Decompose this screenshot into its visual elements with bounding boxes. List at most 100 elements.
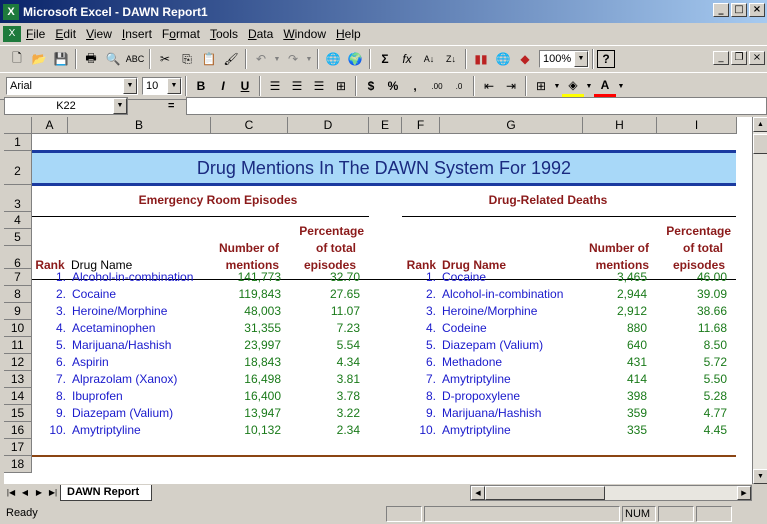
spelling-icon[interactable]: ABC <box>124 48 146 70</box>
formula-equals-icon[interactable]: = <box>168 100 174 112</box>
vertical-scrollbar[interactable]: ▲ ▼ <box>752 117 767 484</box>
row-header-4[interactable]: 4 <box>4 212 32 229</box>
borders-icon[interactable]: ⊞ <box>530 75 552 97</box>
paste-icon[interactable]: 📋 <box>198 48 220 70</box>
row-header-12[interactable]: 12 <box>4 354 32 371</box>
fill-color-icon[interactable]: ◈ <box>562 75 584 97</box>
font-color-dropdown-icon[interactable]: ▼ <box>616 75 626 97</box>
bold-icon[interactable]: B <box>190 75 212 97</box>
format-painter-icon[interactable]: 🖌 <box>220 48 242 70</box>
column-header-e[interactable]: E <box>369 117 402 134</box>
column-header-d[interactable]: D <box>288 117 369 134</box>
chart-wizard-icon[interactable]: ▮▮ <box>470 48 492 70</box>
font-combo[interactable]: Arial ▼ <box>6 77 138 95</box>
drawing-icon[interactable]: ◆ <box>514 48 536 70</box>
horizontal-scroll-thumb[interactable] <box>485 486 605 500</box>
new-icon[interactable]: 🗋 <box>6 48 28 70</box>
increase-decimal-icon[interactable]: .00 <box>426 75 448 97</box>
hyperlink-icon[interactable]: 🌐 <box>322 48 344 70</box>
menu-data[interactable]: Data <box>243 27 278 41</box>
maximize-button[interactable]: □ <box>731 3 747 17</box>
help-icon[interactable]: ? <box>597 50 615 68</box>
align-right-icon[interactable]: ☰ <box>308 75 330 97</box>
sheet-tab-dawn-report[interactable]: DAWN Report <box>60 485 153 501</box>
scroll-left-icon[interactable]: ◀ <box>471 486 485 500</box>
scroll-right-icon[interactable]: ▶ <box>737 486 751 500</box>
vertical-scroll-thumb[interactable] <box>753 134 767 154</box>
zoom-combo[interactable]: 100% ▼ <box>539 50 589 68</box>
select-all-button[interactable] <box>4 117 32 134</box>
row-header-7[interactable]: 7 <box>4 269 32 286</box>
borders-dropdown-icon[interactable]: ▼ <box>552 75 562 97</box>
sort-descending-icon[interactable]: Z↓ <box>440 48 462 70</box>
comma-icon[interactable]: , <box>404 75 426 97</box>
italic-icon[interactable]: I <box>212 75 234 97</box>
font-size-dropdown-icon[interactable]: ▼ <box>167 78 181 94</box>
menu-edit[interactable]: Edit <box>50 27 81 41</box>
horizontal-scrollbar[interactable]: ◀ ▶ <box>470 485 752 501</box>
percent-icon[interactable]: % <box>382 75 404 97</box>
row-header-14[interactable]: 14 <box>4 388 32 405</box>
scroll-down-icon[interactable]: ▼ <box>753 469 767 484</box>
row-header-18[interactable]: 18 <box>4 456 32 473</box>
last-sheet-icon[interactable]: ▶| <box>46 486 60 500</box>
menu-insert[interactable]: Insert <box>117 27 157 41</box>
column-header-a[interactable]: A <box>32 117 68 134</box>
row-header-3[interactable]: 3 <box>4 185 32 212</box>
sort-ascending-icon[interactable]: A↓ <box>418 48 440 70</box>
row-header-13[interactable]: 13 <box>4 371 32 388</box>
column-header-h[interactable]: H <box>583 117 657 134</box>
menu-tools[interactable]: Tools <box>205 27 243 41</box>
font-color-icon[interactable]: A <box>594 75 616 97</box>
fill-color-dropdown-icon[interactable]: ▼ <box>584 75 594 97</box>
row-header-11[interactable]: 11 <box>4 337 32 354</box>
name-box[interactable]: K22 ▼ <box>4 97 128 115</box>
formula-input[interactable] <box>186 97 767 115</box>
row-header-9[interactable]: 9 <box>4 303 32 320</box>
row-header-16[interactable]: 16 <box>4 422 32 439</box>
font-size-combo[interactable]: 10 ▼ <box>142 77 182 95</box>
menu-view[interactable]: View <box>81 27 117 41</box>
currency-icon[interactable]: $ <box>360 75 382 97</box>
function-icon[interactable]: fx <box>396 48 418 70</box>
save-icon[interactable]: 💾 <box>50 48 72 70</box>
column-header-f[interactable]: F <box>402 117 440 134</box>
font-dropdown-icon[interactable]: ▼ <box>123 78 137 94</box>
row-header-8[interactable]: 8 <box>4 286 32 303</box>
undo-icon[interactable]: ↶ <box>250 48 272 70</box>
row-header-10[interactable]: 10 <box>4 320 32 337</box>
menu-window[interactable]: Window <box>278 27 331 41</box>
print-preview-icon[interactable]: 🔍 <box>102 48 124 70</box>
merge-center-icon[interactable]: ⊞ <box>330 75 352 97</box>
minimize-button[interactable]: _ <box>713 3 729 17</box>
align-left-icon[interactable]: ☰ <box>264 75 286 97</box>
cut-icon[interactable]: ✂ <box>154 48 176 70</box>
row-header-2[interactable]: 2 <box>4 151 32 185</box>
row-header-15[interactable]: 15 <box>4 405 32 422</box>
redo-icon[interactable]: ↷ <box>282 48 304 70</box>
decrease-decimal-icon[interactable]: .0 <box>448 75 470 97</box>
column-header-b[interactable]: B <box>68 117 211 134</box>
undo-dropdown-icon[interactable]: ▼ <box>272 48 282 70</box>
excel-app-icon[interactable]: X <box>3 3 19 20</box>
document-icon[interactable]: X <box>3 26 21 42</box>
redo-dropdown-icon[interactable]: ▼ <box>304 48 314 70</box>
column-header-g[interactable]: G <box>440 117 583 134</box>
worksheet-grid[interactable]: A B C D E F G H I 1 2 3 4 5 6 7 8 9 10 11 12 13 14 15 16 17 18 Drug… <box>4 117 752 484</box>
menu-help[interactable]: Help <box>331 27 366 41</box>
underline-icon[interactable]: U <box>234 75 256 97</box>
open-icon[interactable]: 📂 <box>28 48 50 70</box>
row-header-17[interactable]: 17 <box>4 439 32 456</box>
align-center-icon[interactable]: ☰ <box>286 75 308 97</box>
menu-file[interactable]: File <box>21 27 50 41</box>
scroll-up-icon[interactable]: ▲ <box>753 117 767 132</box>
copy-icon[interactable]: ⎘ <box>176 48 198 70</box>
next-sheet-icon[interactable]: ▶ <box>32 486 46 500</box>
column-header-i[interactable]: I <box>657 117 737 134</box>
row-header-1[interactable]: 1 <box>4 134 32 151</box>
column-header-c[interactable]: C <box>211 117 288 134</box>
prev-sheet-icon[interactable]: ◀ <box>18 486 32 500</box>
autosum-icon[interactable]: Σ <box>374 48 396 70</box>
close-button[interactable]: × <box>749 3 765 17</box>
increase-indent-icon[interactable]: ⇥ <box>500 75 522 97</box>
